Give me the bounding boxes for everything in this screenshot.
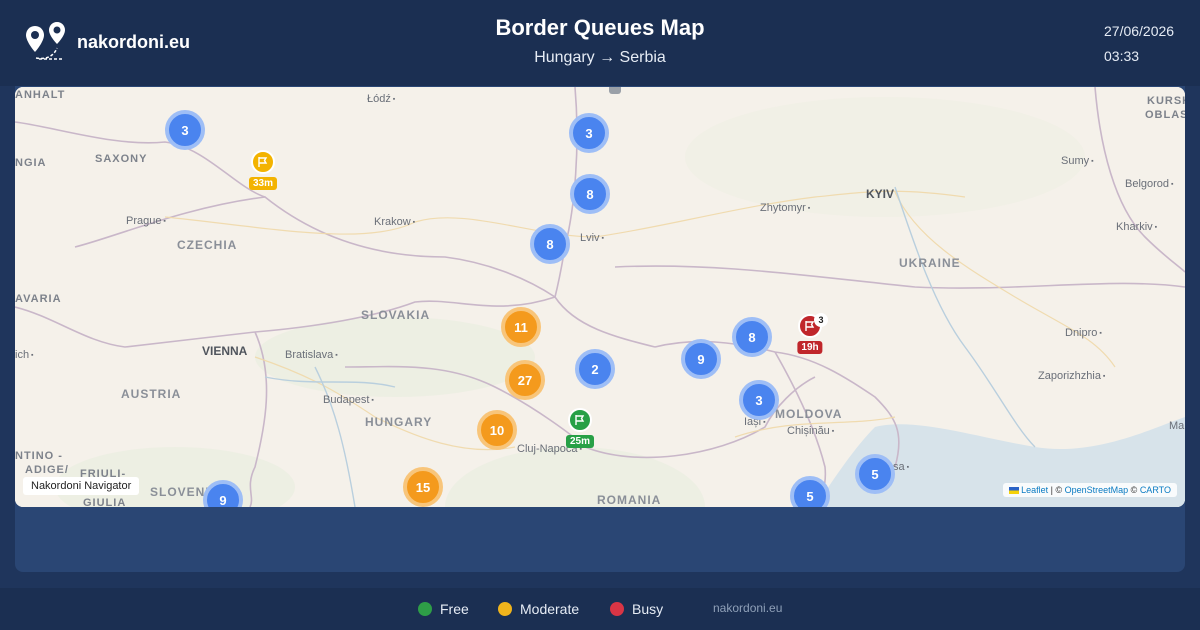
legend-item-moderate: Moderate: [498, 601, 579, 617]
map-label-region: OBLAS: [1145, 109, 1185, 121]
footer-site-link[interactable]: nakordoni.eu: [713, 601, 782, 615]
map-label-city: Zaporizhzhia: [1038, 370, 1105, 382]
queue-cluster[interactable]: 5: [855, 454, 895, 494]
queue-cluster[interactable]: 3: [569, 113, 609, 153]
route-subtitle: Hungary → Serbia: [534, 49, 666, 66]
busy-status-dot: [610, 602, 624, 616]
osm-link[interactable]: OpenStreetMap: [1065, 485, 1129, 495]
map-label-region: KURSK: [1147, 95, 1185, 107]
map-label-country: SLOVAKIA: [361, 308, 431, 322]
navigator-label[interactable]: Nakordoni Navigator: [23, 477, 140, 495]
footer-bar: Free Moderate Busy nakordoni.eu: [0, 588, 1200, 630]
map-label-city: Krakow: [374, 216, 415, 228]
current-date: 27/06/2026: [1104, 23, 1175, 39]
map-label-city: Zhytomyr: [760, 202, 810, 214]
map-label-country: AUSTRIA: [121, 387, 182, 401]
map-label-region: ANHALT: [15, 89, 66, 101]
legend-label: Free: [440, 601, 469, 617]
queue-cluster[interactable]: 8: [570, 174, 610, 214]
attribution-separator: | ©: [1048, 485, 1065, 495]
flag-icon: [575, 415, 585, 425]
leaflet-link[interactable]: Leaflet: [1021, 485, 1048, 495]
queue-cluster[interactable]: 15: [403, 467, 443, 507]
map-label-region: NTINO -: [15, 450, 63, 462]
map-label-country: MOLDOVA: [775, 407, 843, 421]
queue-cluster[interactable]: 8: [732, 317, 772, 357]
map-label-city: Budapest: [323, 394, 374, 406]
map-label-city: ich: [15, 349, 34, 361]
legend-label: Moderate: [520, 601, 580, 617]
marker-count-badge: 3: [814, 313, 828, 327]
map-label-city: Mar: [1169, 420, 1185, 432]
map-label-region: NGIA: [15, 157, 47, 169]
map-label-city: Łódź: [367, 93, 395, 105]
map-label-capital: KYIV: [866, 187, 895, 201]
map-view[interactable]: ANHALT SAXONY NGIA AVARIA KURSK OBLAS NT…: [15, 87, 1185, 507]
map-label-city: Dnipro: [1065, 327, 1102, 339]
attribution-separator: ©: [1128, 485, 1140, 495]
map-label-region: GIULIA: [83, 497, 127, 507]
wait-time-badge: 25m: [565, 435, 595, 448]
map-label-city: Chișinău: [787, 425, 834, 437]
map-label-region: AVARIA: [15, 293, 62, 305]
wait-time-badge: 19h: [797, 341, 823, 354]
map-label-city: Bratislava: [285, 349, 338, 361]
map-label-city: Prague: [126, 215, 166, 227]
map-label-country: HUNGARY: [365, 415, 433, 429]
map-label-country: ROMANIA: [597, 493, 662, 507]
legend-item-free: Free: [418, 601, 469, 617]
map-label-country: CZECHIA: [177, 238, 238, 252]
queue-cluster[interactable]: 9: [681, 339, 721, 379]
map-label-country: UKRAINE: [899, 256, 961, 270]
queue-cluster[interactable]: 3: [739, 380, 779, 420]
map-label-city: Lviv: [580, 232, 604, 244]
queue-cluster[interactable]: 10: [477, 410, 517, 450]
map-label-region: ADIGE/: [25, 464, 69, 476]
legend-label: Busy: [632, 601, 664, 617]
map-basemap: [15, 87, 1185, 507]
queue-cluster[interactable]: 3: [165, 110, 205, 150]
legend-item-busy: Busy: [610, 601, 663, 617]
queue-cluster[interactable]: 8: [530, 224, 570, 264]
queue-cluster[interactable]: 11: [501, 307, 541, 347]
moderate-status-dot: [498, 602, 512, 616]
map-collapse-handle[interactable]: [609, 87, 621, 94]
queue-cluster[interactable]: 2: [575, 349, 615, 389]
map-label-capital: VIENNA: [202, 344, 248, 358]
wait-time-badge: 33m: [248, 177, 278, 190]
free-status-dot: [418, 602, 432, 616]
map-attribution: Leaflet | © OpenStreetMap © CARTO: [1002, 483, 1177, 497]
map-label-region: SAXONY: [95, 153, 148, 165]
border-crossing-marker[interactable]: [251, 150, 275, 174]
page-title: Border Queues Map: [495, 15, 705, 40]
map-label-city: Belgorod: [1125, 178, 1173, 190]
queue-cluster[interactable]: 27: [505, 360, 545, 400]
current-time: 03:33: [1104, 48, 1140, 64]
flag-icon: [258, 157, 268, 167]
map-label-city: Kharkiv: [1116, 221, 1157, 233]
ukraine-flag-icon: [1008, 487, 1019, 495]
map-label-city: Sumy: [1061, 155, 1094, 167]
map-label-city: sa: [893, 461, 909, 473]
carto-link[interactable]: CARTO: [1140, 485, 1171, 495]
border-crossing-marker[interactable]: [568, 408, 592, 432]
header-bar: nakordoni.eu Border Queues Map Hungary →…: [0, 0, 1200, 86]
